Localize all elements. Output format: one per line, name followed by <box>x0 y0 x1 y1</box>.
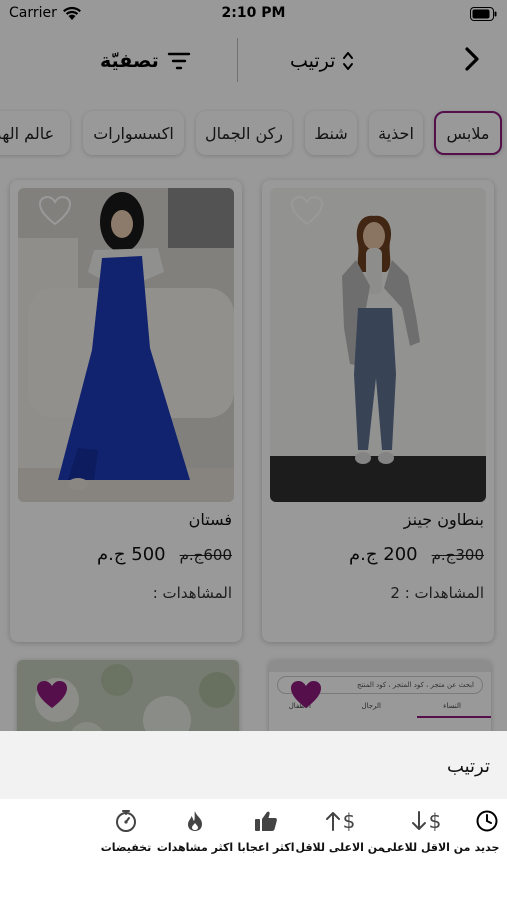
sort-option-label: من الاقل للاعلى <box>381 841 471 854</box>
sort-option-most-viewed[interactable]: اكثر مشاهدات <box>156 809 234 854</box>
sort-option-newest[interactable]: جديد <box>472 809 502 854</box>
sheet-header <box>0 731 507 799</box>
sort-option-label: اكثر مشاهدات <box>156 841 234 854</box>
sheet-title: ترتيب <box>446 756 490 777</box>
sort-option-price-desc[interactable]: $ من الاعلى للاقل <box>296 809 385 854</box>
clock-icon <box>476 809 498 833</box>
sort-sheet: ترتيب جديد $ من الاقل للاعلى $ من الاعلى… <box>0 731 507 900</box>
dollar-arrow-up-icon: $ <box>325 809 355 833</box>
modal-backdrop[interactable] <box>0 0 507 731</box>
discount-timer-icon <box>115 809 137 833</box>
sort-option-label: من الاعلى للاقل <box>295 841 385 854</box>
sort-option-price-asc[interactable]: $ من الاقل للاعلى <box>382 809 471 854</box>
dollar-arrow-down-icon: $ <box>411 809 441 833</box>
sort-option-label: تخفيضات <box>100 841 152 854</box>
sort-option-discounts[interactable]: تخفيضات <box>96 809 156 854</box>
sort-option-most-liked[interactable]: اكثر اعجابا <box>236 809 296 854</box>
sort-option-label: اكثر اعجابا <box>237 841 295 854</box>
thumbs-up-icon <box>254 809 278 833</box>
app-screen: Carrier 2:10 PM ترتيب تصفيّة ملابس احذية… <box>0 0 507 900</box>
flame-icon <box>186 809 204 833</box>
sort-option-label: جديد <box>474 841 500 854</box>
